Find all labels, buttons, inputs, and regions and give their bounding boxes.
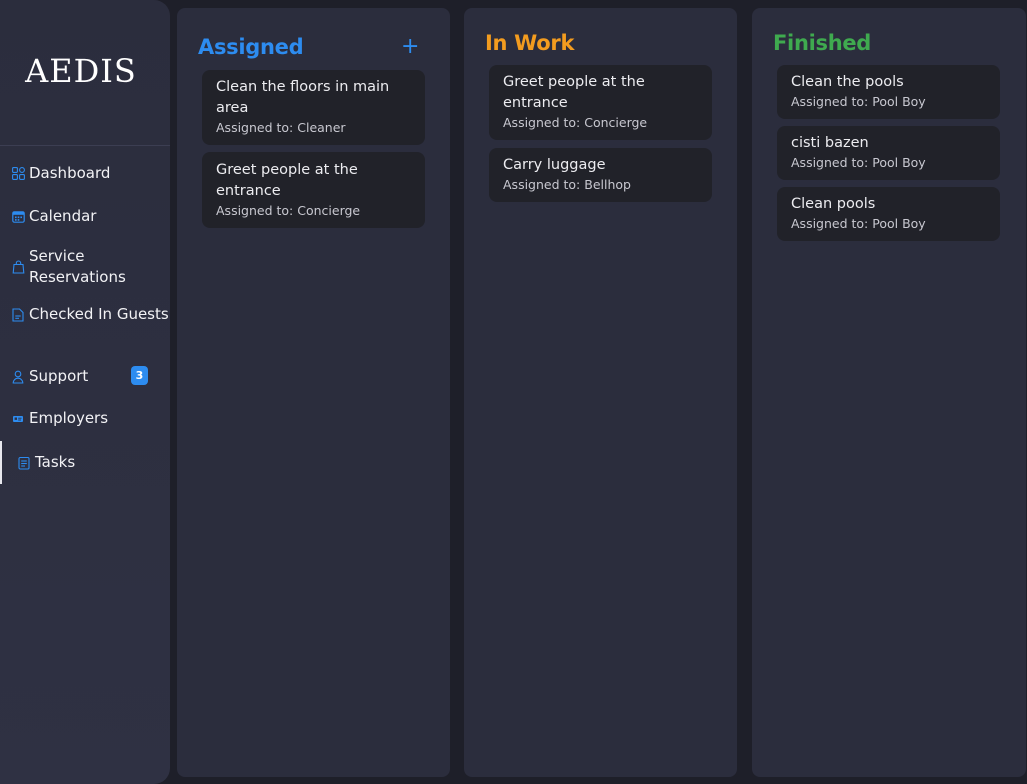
sidebar-item-dashboard[interactable]: Dashboard (0, 163, 170, 184)
sidebar-divider (0, 145, 170, 146)
sidebar-item-tasks[interactable]: Tasks (0, 441, 170, 484)
sidebar-item-label: Employers (29, 409, 109, 427)
column-title: Assigned (198, 35, 304, 59)
column-title: Finished (773, 31, 872, 55)
task-assignee: Assigned to: Concierge (503, 115, 648, 130)
column-assigned: Assigned + Clean the floors in main area… (177, 8, 450, 777)
sidebar: AEDIS Dashboard Calendar Service Reserva… (0, 0, 170, 784)
column-title: In Work (485, 31, 575, 55)
clipboard-icon (17, 456, 31, 470)
grid-icon (11, 167, 25, 181)
add-task-button[interactable]: + (401, 36, 419, 58)
task-card[interactable]: cisti bazen Assigned to: Pool Boy (777, 126, 1000, 180)
sidebar-item-employers[interactable]: Employers (0, 408, 170, 429)
sidebar-item-label: Service Reservations (29, 247, 126, 286)
support-count-badge: 3 (131, 366, 148, 385)
id-card-icon (11, 412, 25, 426)
task-assignee: Assigned to: Pool Boy (791, 155, 926, 170)
bag-icon (11, 260, 25, 274)
task-card[interactable]: Clean pools Assigned to: Pool Boy (777, 187, 1000, 241)
sidebar-item-label: Tasks (35, 453, 76, 471)
column-in-work: In Work Greet people at the entrance Ass… (464, 8, 737, 777)
task-card[interactable]: Greet people at the entrance Assigned to… (489, 65, 712, 140)
column-finished: Finished Clean the pools Assigned to: Po… (752, 8, 1026, 777)
task-card[interactable]: Carry luggage Assigned to: Bellhop (489, 148, 712, 202)
sidebar-item-service-reservations[interactable]: Service Reservations (0, 246, 170, 288)
sidebar-item-calendar[interactable]: Calendar (0, 206, 170, 227)
document-icon (11, 307, 25, 322)
app-root: AEDIS Dashboard Calendar Service Reserva… (0, 0, 1027, 784)
task-card[interactable]: Greet people at the entrance Assigned to… (202, 152, 425, 228)
task-title: Greet people at the entrance (503, 74, 645, 111)
task-title: Greet people at the entrance (216, 162, 358, 199)
task-title: Clean the pools (791, 74, 904, 90)
user-icon (11, 370, 25, 384)
sidebar-item-label: Calendar (29, 207, 97, 225)
task-assignee: Assigned to: Pool Boy (791, 216, 926, 231)
task-title: Clean pools (791, 196, 876, 212)
sidebar-item-label: Support (29, 367, 89, 385)
brand-logo[interactable]: AEDIS (0, 52, 162, 90)
task-title: cisti bazen (791, 135, 869, 151)
task-title: Clean the floors in main area (216, 79, 390, 116)
sidebar-item-label: Dashboard (29, 164, 111, 182)
task-title: Carry luggage (503, 157, 606, 173)
task-card[interactable]: Clean the floors in main area Assigned t… (202, 70, 425, 145)
task-card[interactable]: Clean the pools Assigned to: Pool Boy (777, 65, 1000, 119)
task-assignee: Assigned to: Cleaner (216, 120, 346, 135)
task-assignee: Assigned to: Pool Boy (791, 94, 926, 109)
task-assignee: Assigned to: Concierge (216, 203, 361, 218)
sidebar-item-label: Checked In Guests (29, 305, 169, 323)
sidebar-item-support[interactable]: Support 3 (0, 366, 170, 387)
sidebar-item-checked-in-guests[interactable]: Checked In Guests (0, 304, 170, 325)
task-assignee: Assigned to: Bellhop (503, 177, 631, 192)
calendar-icon (11, 210, 25, 224)
